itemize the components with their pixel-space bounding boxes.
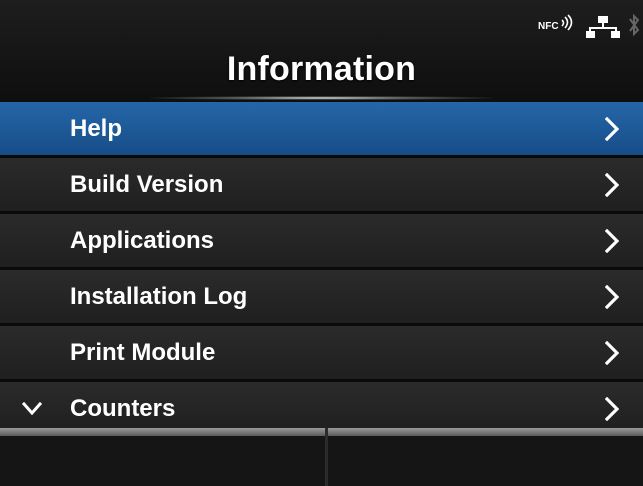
menu-item-label: Build Version	[70, 171, 224, 198]
menu-item-print-module[interactable]: Print Module	[0, 326, 643, 382]
menu-item-installation-log[interactable]: Installation Log	[0, 270, 643, 326]
menu-item-label: Installation Log	[70, 283, 248, 310]
nfc-icon: NFC	[538, 14, 574, 34]
soft-key-bar	[0, 428, 643, 486]
menu-item-label: Counters	[70, 395, 176, 422]
soft-key-left[interactable]	[0, 428, 325, 486]
chevron-right-icon	[605, 285, 619, 309]
menu-item-build-version[interactable]: Build Version	[0, 158, 643, 214]
chevron-right-icon	[605, 117, 619, 141]
menu-item-counters[interactable]: Counters	[0, 382, 643, 432]
header: NFC Information	[0, 0, 643, 102]
menu-item-label: Applications	[70, 227, 215, 254]
menu-item-help[interactable]: Help	[0, 102, 643, 158]
bluetooth-icon	[629, 13, 640, 37]
menu-item-applications[interactable]: Applications	[0, 214, 643, 270]
chevron-right-icon	[605, 397, 619, 421]
title-underline	[150, 96, 493, 100]
chevron-right-icon	[605, 229, 619, 253]
network-icon	[586, 16, 620, 38]
printer-screen: NFC Information Help Build Version Appli…	[0, 0, 643, 486]
chevron-down-icon[interactable]	[22, 402, 42, 416]
menu-list: Help Build Version Applications Installa…	[0, 102, 643, 432]
menu-item-label: Help	[70, 115, 123, 142]
menu-item-label: Print Module	[70, 339, 216, 366]
soft-key-right-bar	[328, 428, 643, 436]
soft-key-left-bar	[0, 428, 325, 436]
chevron-right-icon	[605, 173, 619, 197]
nfc-wave-icon	[561, 14, 573, 31]
chevron-right-icon	[605, 341, 619, 365]
page-title: Information	[226, 50, 417, 88]
soft-key-right[interactable]	[328, 428, 643, 486]
